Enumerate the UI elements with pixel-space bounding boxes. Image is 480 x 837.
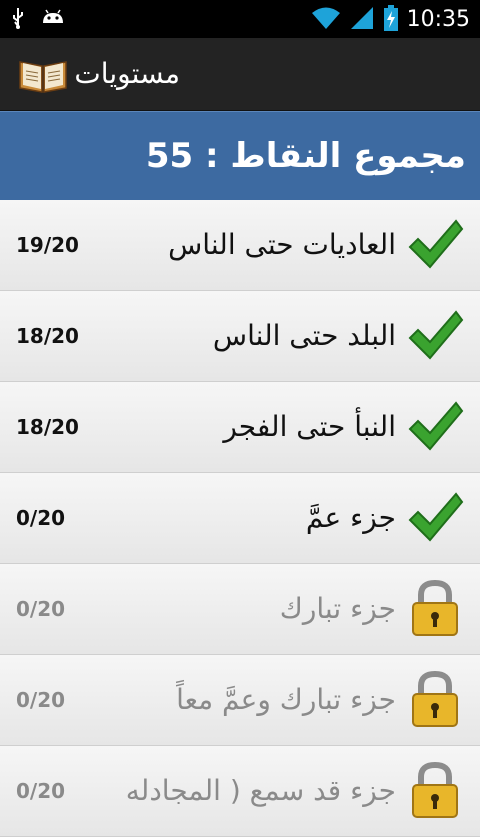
status-right-icons: 10:35: [311, 4, 470, 36]
level-row-locked[interactable]: جزء تبارك 0/20: [0, 564, 480, 655]
level-title: جزء قد سمع ( المجادله: [125, 774, 396, 807]
level-score: 0/20: [16, 688, 66, 712]
status-left-icons: [10, 6, 66, 34]
level-score: 0/20: [16, 779, 66, 803]
level-title: جزء تبارك: [279, 592, 396, 625]
book-icon[interactable]: [18, 54, 68, 94]
level-row-locked[interactable]: جزء تبارك وعمَّ معاً 0/20: [0, 655, 480, 746]
lock-icon: [404, 668, 466, 730]
levels-list: العاديات حتى الناس 19/20 البلد حتى الناس…: [0, 200, 480, 837]
level-row[interactable]: النبأ حتى الفجر 18/20: [0, 382, 480, 473]
usb-icon: [10, 6, 26, 34]
level-title: النبأ حتى الفجر: [223, 410, 396, 443]
checkmark-icon: [404, 213, 466, 275]
level-title: البلد حتى الناس: [212, 319, 396, 352]
total-points-header: مجموع النقاط : 55: [0, 111, 480, 201]
status-bar: 10:35: [0, 0, 480, 38]
app-title: مستويات: [74, 57, 180, 90]
level-score: 18/20: [16, 324, 79, 348]
signal-icon: [349, 5, 375, 35]
level-row[interactable]: العاديات حتى الناس 19/20: [0, 200, 480, 291]
status-clock: 10:35: [406, 7, 470, 32]
level-row[interactable]: البلد حتى الناس 18/20: [0, 291, 480, 382]
level-title: العاديات حتى الناس: [168, 228, 396, 261]
level-row[interactable]: جزء عمَّ 0/20: [0, 473, 480, 564]
level-row-locked[interactable]: جزء قد سمع ( المجادله 0/20: [0, 746, 480, 837]
level-title: جزء تبارك وعمَّ معاً: [176, 683, 396, 716]
checkmark-icon: [404, 395, 466, 457]
lock-icon: [404, 759, 466, 821]
action-bar: مستويات: [0, 38, 480, 112]
wifi-icon: [311, 5, 341, 35]
checkmark-icon: [404, 486, 466, 548]
total-points-label: مجموع النقاط : 55: [145, 136, 466, 176]
level-score: 19/20: [16, 233, 79, 257]
lock-icon: [404, 577, 466, 639]
level-title: جزء عمَّ: [305, 501, 396, 534]
level-score: 18/20: [16, 415, 79, 439]
android-icon: [40, 7, 66, 33]
checkmark-icon: [404, 304, 466, 366]
battery-charging-icon: [383, 4, 399, 36]
level-score: 0/20: [16, 597, 66, 621]
level-score: 0/20: [16, 506, 66, 530]
